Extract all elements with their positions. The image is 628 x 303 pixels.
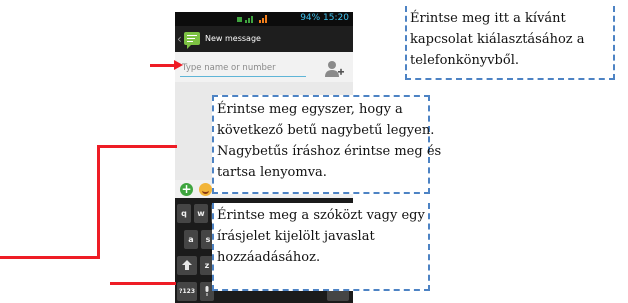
signal-icons (237, 15, 267, 23)
key-a[interactable]: a (184, 230, 198, 249)
callout-contacts-line-1: Érintse meg itt a kívánt (410, 11, 566, 26)
key-w[interactable]: w (194, 204, 208, 223)
shift-arrow-icon (182, 260, 192, 270)
callout-capitalize: Érintse meg egyszer, hogy a következő be… (212, 95, 442, 194)
emoji-icon[interactable] (199, 183, 212, 196)
back-chevron-icon[interactable]: ‹ (177, 32, 182, 46)
shift-key[interactable] (177, 256, 197, 275)
messaging-app-icon (184, 32, 200, 49)
page-title: New message (205, 34, 261, 43)
callout-suggestion: Érintse meg a szóközt vagy egy írásjelet… (212, 203, 430, 291)
callout-suggestion-line-2: írásjelet kijelölt javaslat (217, 229, 375, 244)
add-contact-icon[interactable] (324, 60, 344, 78)
callout-capitalize-line-4: tartsa lenyomva. (217, 165, 327, 180)
callout-suggestion-line-3: hozzáadásához. (217, 250, 321, 265)
status-text: 94% 15:20 (300, 13, 349, 23)
status-bar: 94% 15:20 (175, 12, 353, 26)
key-q[interactable]: q (177, 204, 191, 223)
title-bar: ‹ New message (175, 26, 353, 52)
callout-contacts-line-2: kapcsolat kiálasztásához a (410, 32, 585, 47)
callout-capitalize-line-1: Érintse meg egyszer, hogy a (217, 102, 403, 117)
callout-capitalize-line-2: következő betű nagybetű legyen. (217, 123, 435, 138)
symbols-key[interactable]: ?123 (177, 282, 197, 301)
microphone-icon (205, 286, 209, 296)
recipient-row (175, 52, 353, 82)
recipient-input[interactable] (180, 59, 306, 77)
callout-capitalize-line-3: Nagybetűs íráshoz érintse meg és (217, 144, 442, 159)
callout-contacts-line-3: telefonkönyvből. (410, 53, 519, 68)
callout-contacts: Érintse meg itt a kívánt kapcsolat kiála… (405, 6, 615, 80)
callout-suggestion-line-1: Érintse meg a szóközt vagy egy (217, 208, 425, 223)
add-attachment-icon[interactable]: + (180, 183, 193, 196)
